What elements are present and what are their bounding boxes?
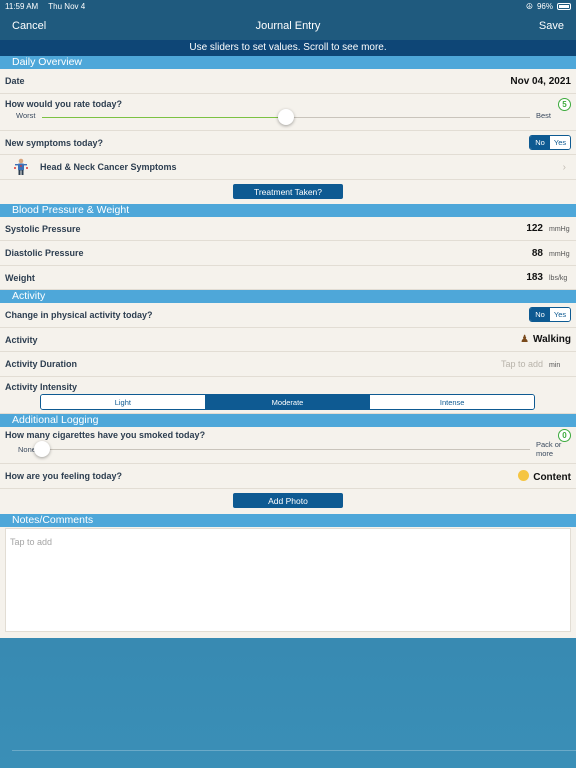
status-bar: 11:59 AM Thu Nov 4 ☮ 96% xyxy=(0,0,576,12)
notes-textarea[interactable]: Tap to add xyxy=(5,528,571,632)
activity-intensity-row: Activity Intensity Light Moderate Intens… xyxy=(0,377,576,414)
section-additional-logging: Additional Logging xyxy=(0,414,576,427)
rate-today-row: How would you rate today? 5 Worst Best xyxy=(0,94,576,131)
symptoms-category-row[interactable]: Head & Neck Cancer Symptoms › xyxy=(0,155,576,180)
page-title: Journal Entry xyxy=(255,20,321,32)
status-time: 11:59 AM xyxy=(5,1,39,11)
symptoms-yes-option[interactable]: Yes xyxy=(550,136,570,149)
walking-person-icon: ♟ xyxy=(520,334,530,345)
wifi-icon: ☮ xyxy=(525,1,533,11)
battery-percent: 96% xyxy=(536,1,553,11)
date-row[interactable]: Date Nov 04, 2021 xyxy=(0,69,576,94)
weight-value[interactable]: 183 xyxy=(526,272,543,283)
activity-duration-row[interactable]: Activity Duration Tap to add min xyxy=(0,352,576,377)
feeling-value: Content xyxy=(533,471,571,483)
feeling-label: How are you feeling today? xyxy=(5,471,123,481)
symptoms-no-option[interactable]: No xyxy=(530,136,550,149)
date-label: Date xyxy=(5,76,25,86)
diastolic-unit: mmHg xyxy=(549,250,570,258)
activity-label: Activity xyxy=(5,334,38,345)
rate-max-label: Best xyxy=(536,111,552,120)
cigarettes-row: How many cigarettes have you smoked toda… xyxy=(0,427,576,464)
status-date: Thu Nov 4 xyxy=(48,1,86,11)
intensity-segmented-control[interactable]: Light Moderate Intense xyxy=(40,394,535,410)
activity-value: Walking xyxy=(533,334,571,345)
duration-unit: min xyxy=(549,361,561,369)
diastolic-row[interactable]: Diastolic Pressure 88 mmHg xyxy=(0,241,576,266)
symptoms-category-label: Head & Neck Cancer Symptoms xyxy=(40,162,177,172)
feeling-row[interactable]: How are you feeling today? Content xyxy=(0,464,576,489)
systolic-row[interactable]: Systolic Pressure 122 mmHg xyxy=(0,217,576,241)
chevron-right-icon: › xyxy=(562,161,566,173)
photo-row: Add Photo xyxy=(0,489,576,514)
section-activity: Activity xyxy=(0,290,576,303)
rate-value-badge: 5 xyxy=(558,98,571,111)
duration-input[interactable]: Tap to add xyxy=(501,359,543,369)
activity-type-row[interactable]: Activity ♟ Walking xyxy=(0,328,576,352)
treatment-row: Treatment Taken? xyxy=(0,180,576,204)
battery-icon xyxy=(557,2,571,10)
cancel-button[interactable]: Cancel xyxy=(12,20,46,32)
section-daily-overview: Daily Overview xyxy=(0,56,576,69)
cigarettes-slider-thumb[interactable] xyxy=(34,441,50,457)
activity-change-row: Change in physical activity today? No Ye… xyxy=(0,303,576,328)
nav-bar: Cancel Journal Entry Save xyxy=(0,12,576,40)
rate-slider-thumb[interactable] xyxy=(278,109,294,125)
rate-min-label: Worst xyxy=(16,111,36,120)
date-value[interactable]: Nov 04, 2021 xyxy=(510,76,571,87)
cigarettes-label: How many cigarettes have you smoked toda… xyxy=(5,430,206,440)
activity-change-label: Change in physical activity today? xyxy=(5,310,153,320)
symptoms-toggle[interactable]: No Yes xyxy=(529,135,571,150)
save-button[interactable]: Save xyxy=(539,20,564,32)
journal-form[interactable]: Daily Overview Date Nov 04, 2021 How wou… xyxy=(0,56,576,638)
new-symptoms-row: New symptoms today? No Yes xyxy=(0,131,576,155)
diastolic-label: Diastolic Pressure xyxy=(5,248,84,258)
systolic-value[interactable]: 122 xyxy=(526,223,543,234)
notes-container: Tap to add xyxy=(0,527,576,639)
activity-no-option[interactable]: No xyxy=(530,308,550,321)
activity-yes-option[interactable]: Yes xyxy=(550,308,570,321)
intensity-label: Activity Intensity xyxy=(5,382,78,392)
add-photo-button[interactable]: Add Photo xyxy=(233,493,343,508)
intensity-moderate[interactable]: Moderate xyxy=(205,395,371,409)
systolic-unit: mmHg xyxy=(549,226,570,233)
person-body-icon xyxy=(14,158,28,175)
intensity-intense[interactable]: Intense xyxy=(370,395,534,409)
rate-slider-fill xyxy=(42,117,286,118)
intensity-light[interactable]: Light xyxy=(41,395,206,409)
new-symptoms-label: New symptoms today? xyxy=(5,137,104,148)
diastolic-value[interactable]: 88 xyxy=(532,248,543,259)
section-blood-pressure: Blood Pressure & Weight xyxy=(0,204,576,217)
home-divider xyxy=(12,750,576,751)
treatment-taken-button[interactable]: Treatment Taken? xyxy=(233,184,343,199)
smiley-face-icon xyxy=(518,469,530,481)
weight-row[interactable]: Weight 183 lbs/kg xyxy=(0,266,576,290)
duration-label: Activity Duration xyxy=(5,359,78,369)
rate-label: How would you rate today? xyxy=(5,99,123,109)
cigarettes-slider-track[interactable] xyxy=(42,449,530,450)
weight-label: Weight xyxy=(5,272,35,283)
systolic-label: Systolic Pressure xyxy=(5,223,81,234)
instruction-banner: Use sliders to set values. Scroll to see… xyxy=(0,40,576,56)
section-notes: Notes/Comments xyxy=(0,514,576,527)
activity-change-toggle[interactable]: No Yes xyxy=(529,307,571,322)
weight-unit: lbs/kg xyxy=(549,275,568,282)
cigarettes-max-label: Pack or more xyxy=(536,440,562,458)
